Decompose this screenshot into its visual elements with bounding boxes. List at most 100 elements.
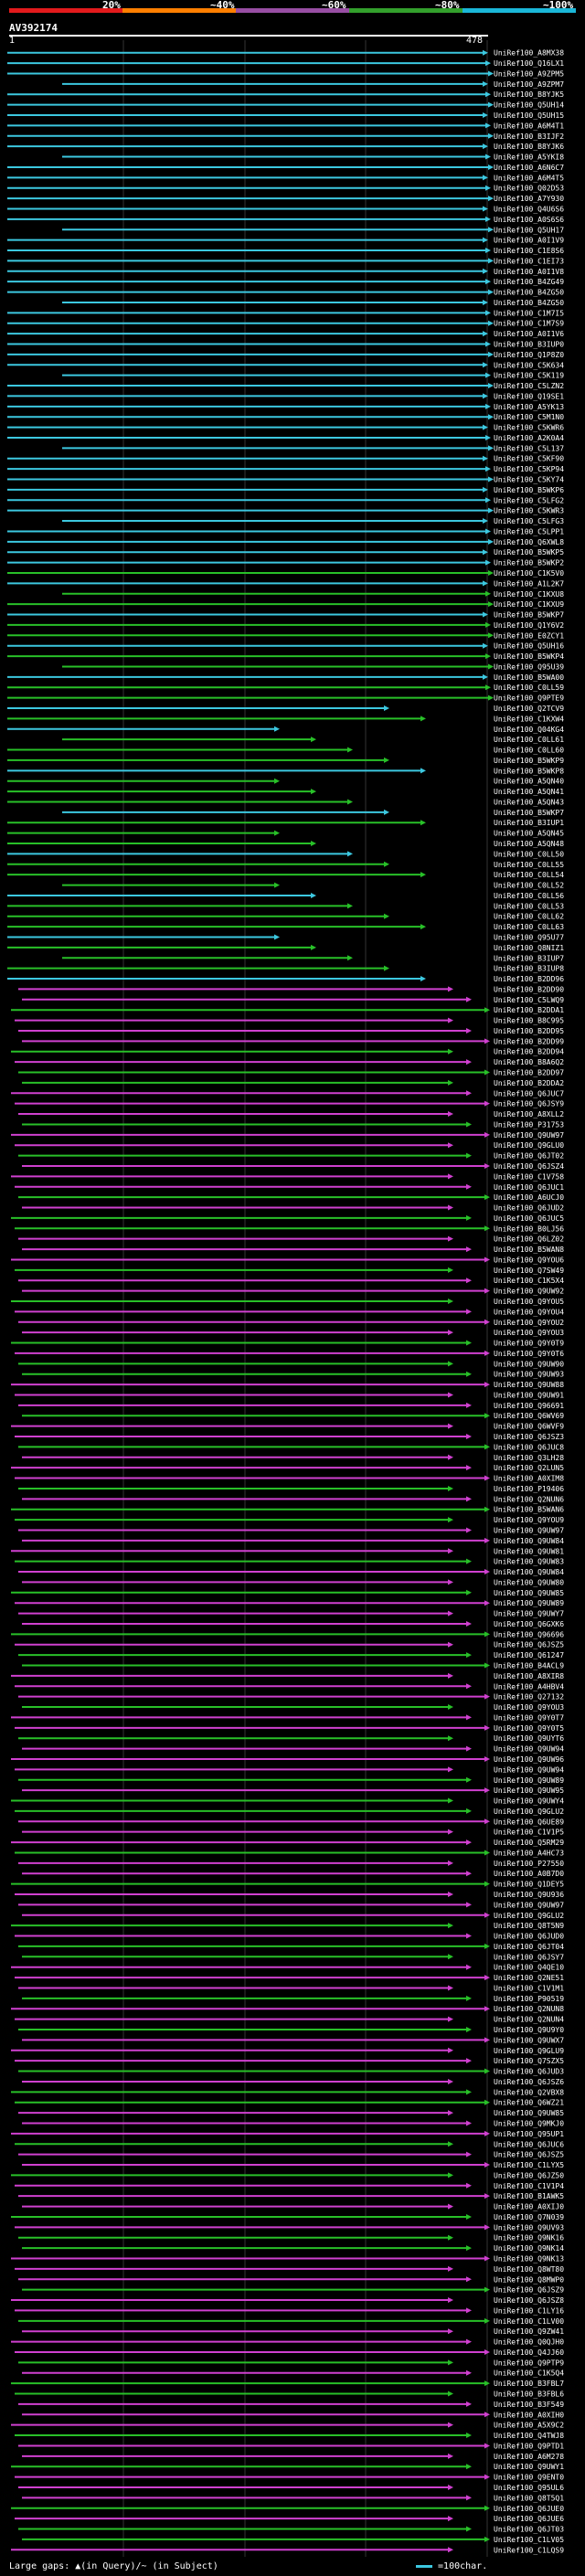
hit-label[interactable]: UniRef100_Q5UH15 [494, 111, 564, 120]
hit-label[interactable]: UniRef100_C5L137 [494, 444, 564, 452]
hit-label[interactable]: UniRef100_Q6JSZ5 [494, 2151, 564, 2159]
hit-label[interactable]: UniRef100_Q9YOU6 [494, 1256, 564, 1264]
hit-label[interactable]: UniRef100_A6UCJ0 [494, 1193, 564, 1202]
hit-label[interactable]: UniRef100_B5WKP9 [494, 757, 564, 765]
hit-label[interactable]: UniRef100_B5WKP7 [494, 611, 564, 620]
hit-label[interactable]: UniRef100_C0LL55 [494, 861, 564, 869]
hit-label[interactable]: UniRef100_B5WKP4 [494, 652, 564, 661]
hit-label[interactable]: UniRef100_B2DDA2 [494, 1079, 564, 1087]
hit-label[interactable]: UniRef100_C1V1P4 [494, 2182, 564, 2190]
hit-label[interactable]: UniRef100_B2DDA1 [494, 1006, 564, 1014]
hit-label[interactable]: UniRef100_Q9ENT0 [494, 2474, 564, 2482]
hit-label[interactable]: UniRef100_C1V758 [494, 1172, 564, 1181]
hit-label[interactable]: UniRef100_E0ZCY1 [494, 631, 564, 640]
hit-label[interactable]: UniRef100_C5LFG2 [494, 496, 564, 504]
hit-label[interactable]: UniRef100_B5WAN8 [494, 1246, 564, 1254]
hit-label[interactable]: UniRef100_Q6JUC1 [494, 1183, 564, 1192]
hit-label[interactable]: UniRef100_Q9UWY7 [494, 1610, 564, 1618]
hit-label[interactable]: UniRef100_C1K5Q4 [494, 2369, 564, 2378]
hit-label[interactable]: UniRef100_Q9UW94 [494, 1745, 564, 1754]
hit-label[interactable]: UniRef100_Q9PTP9 [494, 2359, 564, 2367]
hit-label[interactable]: UniRef100_Q6JSY7 [494, 1953, 564, 1961]
hit-label[interactable]: UniRef100_Q6JUE6 [494, 2515, 564, 2523]
hit-label[interactable]: UniRef100_A9ZPM5 [494, 69, 564, 78]
hit-label[interactable]: UniRef100_B5WKP7 [494, 809, 564, 817]
hit-label[interactable]: UniRef100_C5LPP1 [494, 527, 564, 535]
hit-label[interactable]: UniRef100_Q95U39 [494, 663, 564, 671]
hit-label[interactable]: UniRef100_A0I1V6 [494, 330, 564, 338]
hit-label[interactable]: UniRef100_Q9UW95 [494, 1786, 564, 1795]
hit-label[interactable]: UniRef100_B4ZG50 [494, 299, 564, 307]
hit-label[interactable]: UniRef100_Q2LUN5 [494, 1464, 564, 1472]
hit-label[interactable]: UniRef100_Q9UW97 [494, 1901, 564, 1909]
hit-label[interactable]: UniRef100_C5KWR3 [494, 507, 564, 515]
hit-label[interactable]: UniRef100_C0LL53 [494, 902, 564, 910]
hit-label[interactable]: UniRef100_A5YK13 [494, 403, 564, 411]
hit-label[interactable]: UniRef100_Q3LH28 [494, 1454, 564, 1462]
hit-label[interactable]: UniRef100_C1KXU8 [494, 590, 564, 599]
hit-label[interactable]: UniRef100_C0LL50 [494, 850, 564, 858]
hit-label[interactable]: UniRef100_C5K119 [494, 372, 564, 380]
hit-label[interactable]: UniRef100_B5WAN6 [494, 1506, 564, 1514]
hit-label[interactable]: UniRef100_C1V1P5 [494, 1829, 564, 1837]
hit-label[interactable]: UniRef100_Q02D53 [494, 185, 564, 193]
hit-label[interactable]: UniRef100_C5KP94 [494, 465, 564, 473]
hit-label[interactable]: UniRef100_Q2NUN8 [494, 2005, 564, 2013]
hit-label[interactable]: UniRef100_Q9UWY4 [494, 1797, 564, 1806]
hit-label[interactable]: UniRef100_Q9UW83 [494, 1558, 564, 1566]
hit-label[interactable]: UniRef100_A0XIH0 [494, 2411, 564, 2419]
hit-label[interactable]: UniRef100_Q6JT04 [494, 1943, 564, 1951]
hit-label[interactable]: UniRef100_C5M1N0 [494, 413, 564, 421]
hit-label[interactable]: UniRef100_Q9UW81 [494, 1547, 564, 1555]
hit-label[interactable]: UniRef100_Q6JUC5 [494, 1214, 564, 1223]
hit-label[interactable]: UniRef100_Q9YOU9 [494, 1516, 564, 1524]
hit-label[interactable]: UniRef100_B5WA00 [494, 673, 564, 682]
hit-label[interactable]: UniRef100_Q4QE10 [494, 1964, 564, 1972]
hit-label[interactable]: UniRef100_C0LL56 [494, 892, 564, 900]
hit-label[interactable]: UniRef100_Q6JSZ3 [494, 1433, 564, 1441]
hit-label[interactable]: UniRef100_Q6JUE0 [494, 2505, 564, 2513]
hit-label[interactable]: UniRef100_A8XLL2 [494, 1110, 564, 1118]
hit-label[interactable]: UniRef100_A5QN45 [494, 830, 564, 838]
hit-label[interactable]: UniRef100_A6M278 [494, 2453, 564, 2461]
hit-label[interactable]: UniRef100_Q1P8Z0 [494, 351, 564, 359]
hit-label[interactable]: UniRef100_C5LWQ9 [494, 996, 564, 1004]
hit-label[interactable]: UniRef100_Q5UH16 [494, 642, 564, 651]
hit-label[interactable]: UniRef100_Q8T5Q1 [494, 2494, 564, 2502]
hit-label[interactable]: UniRef100_A5YKI8 [494, 154, 564, 162]
hit-label[interactable]: UniRef100_B2DD95 [494, 1027, 564, 1035]
hit-label[interactable]: UniRef100_C1V1M1 [494, 1984, 564, 1992]
hit-label[interactable]: UniRef100_Q6WZ21 [494, 2099, 564, 2107]
hit-label[interactable]: UniRef100_Q9UW85 [494, 2109, 564, 2117]
hit-label[interactable]: UniRef100_C0LL59 [494, 684, 564, 692]
hit-label[interactable]: UniRef100_Q6JUD0 [494, 1933, 564, 1941]
hit-label[interactable]: UniRef100_Q9UW84 [494, 1537, 564, 1545]
hit-label[interactable]: UniRef100_Q9GLU0 [494, 1141, 564, 1150]
hit-label[interactable]: UniRef100_Q9UW88 [494, 1381, 564, 1389]
hit-label[interactable]: UniRef100_B3IUP7 [494, 954, 564, 962]
hit-label[interactable]: UniRef100_A6M4T1 [494, 122, 564, 130]
hit-label[interactable]: UniRef100_C1KXW4 [494, 715, 564, 723]
hit-label[interactable]: UniRef100_B2DD90 [494, 985, 564, 993]
hit-label[interactable]: UniRef100_P31753 [494, 1120, 564, 1129]
hit-label[interactable]: UniRef100_C1KXU9 [494, 600, 564, 609]
hit-label[interactable]: UniRef100_P27550 [494, 1860, 564, 1868]
hit-label[interactable]: UniRef100_Q9GLU2 [494, 1807, 564, 1816]
hit-label[interactable]: UniRef100_C1LV00 [494, 2317, 564, 2326]
hit-label[interactable]: UniRef100_Q1Y6V2 [494, 621, 564, 630]
hit-label[interactable]: UniRef100_C1K5X4 [494, 1277, 564, 1285]
hit-label[interactable]: UniRef100_Q4TWJ8 [494, 2432, 564, 2440]
hit-label[interactable]: UniRef100_Q95U77 [494, 933, 564, 941]
hit-label[interactable]: UniRef100_P90519 [494, 1995, 564, 2003]
hit-label[interactable]: UniRef100_C5KY74 [494, 476, 564, 484]
hit-label[interactable]: UniRef100_Q16LX1 [494, 59, 564, 68]
hit-label[interactable]: UniRef100_C0LL63 [494, 923, 564, 931]
hit-label[interactable]: UniRef100_B5WKP5 [494, 548, 564, 557]
hit-label[interactable]: UniRef100_C0LL62 [494, 913, 564, 921]
hit-label[interactable]: UniRef100_C5KWR6 [494, 424, 564, 432]
hit-label[interactable]: UniRef100_A4HC73 [494, 1849, 564, 1857]
hit-label[interactable]: UniRef100_B3FBL6 [494, 2390, 564, 2399]
hit-label[interactable]: UniRef100_B5WKP6 [494, 486, 564, 494]
hit-label[interactable]: UniRef100_A0B7D0 [494, 1870, 564, 1878]
hit-label[interactable]: UniRef100_C1LY16 [494, 2306, 564, 2315]
